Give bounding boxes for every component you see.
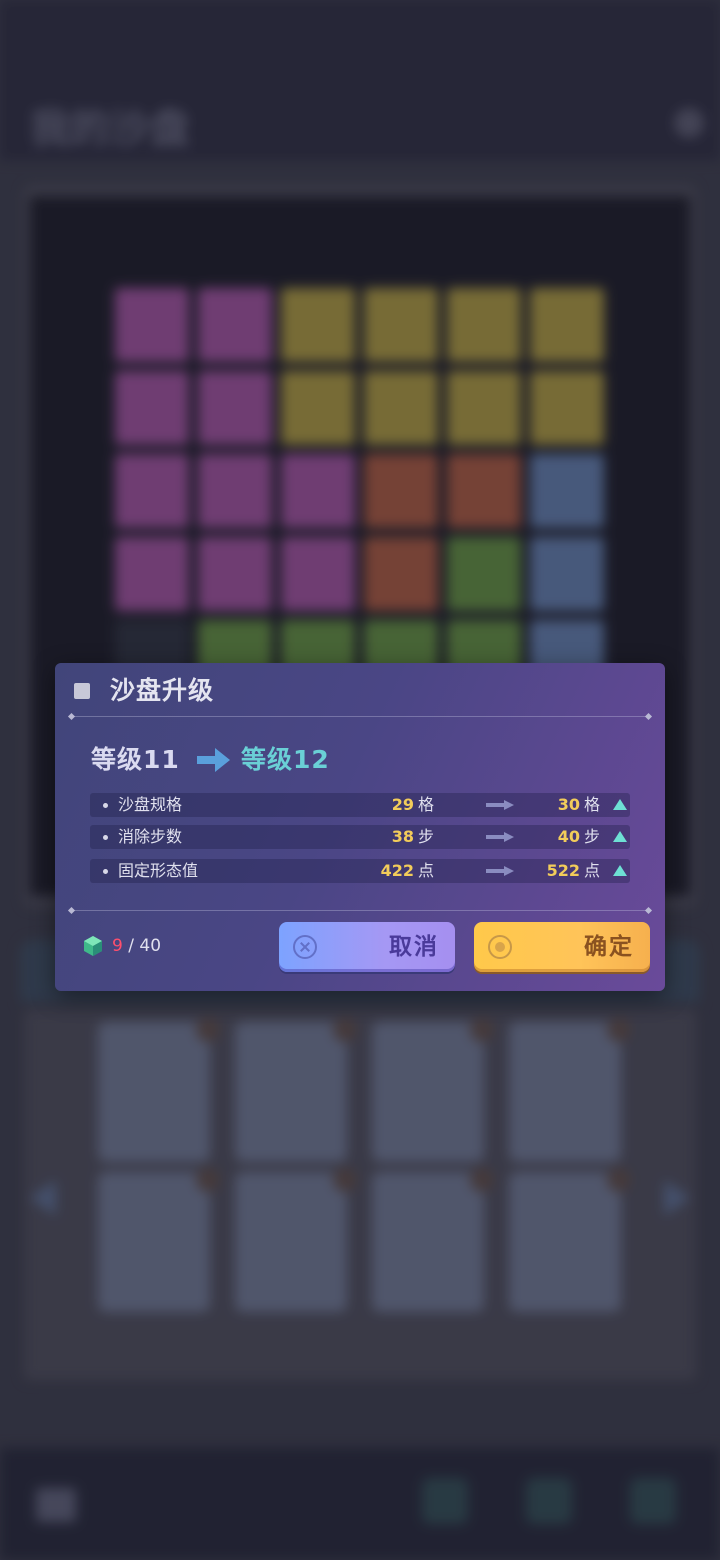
stat-to: 40 步 <box>557 827 600 846</box>
confirm-label: 确定 <box>584 933 634 960</box>
triangle-up-icon <box>613 831 627 842</box>
stat-label: 沙盘规格 <box>118 795 183 814</box>
title-marker-icon <box>74 683 90 699</box>
stat-label: 固定形态值 <box>118 861 199 880</box>
stat-from: 38 步 <box>391 827 434 846</box>
bullet-icon <box>103 869 108 874</box>
arrow-right-icon <box>197 748 230 772</box>
arrow-right-icon <box>486 866 514 876</box>
stat-from: 29 格 <box>391 795 434 814</box>
bullet-icon <box>103 835 108 840</box>
arrow-right-icon <box>486 832 514 842</box>
divider <box>71 716 649 717</box>
cube-icon <box>84 936 102 956</box>
confirm-circle-icon <box>488 935 512 959</box>
stat-label: 消除步数 <box>118 827 183 846</box>
stat-to: 30 格 <box>557 795 600 814</box>
triangle-up-icon <box>613 865 627 876</box>
upgrade-dialog: 沙盘升级 等级11 等级12 沙盘规格 29 格 30 格 消除步数 38 步 40 步… <box>55 663 665 991</box>
level-to: 等级12 <box>241 745 330 774</box>
stat-from: 422 点 <box>380 861 434 880</box>
cancel-label: 取消 <box>389 933 439 960</box>
dialog-title: 沙盘升级 <box>110 676 215 705</box>
resource-count: 9 / 40 <box>112 936 162 956</box>
stat-row: 固定形态值 422 点 522 点 <box>90 859 630 883</box>
divider <box>71 910 649 911</box>
stat-to: 522 点 <box>546 861 600 880</box>
stat-row: 消除步数 38 步 40 步 <box>90 825 630 849</box>
close-circle-icon <box>293 935 317 959</box>
level-from: 等级11 <box>91 745 180 774</box>
cancel-button[interactable]: 取消 <box>279 922 455 972</box>
triangle-up-icon <box>613 799 627 810</box>
confirm-button[interactable]: 确定 <box>474 922 650 972</box>
bullet-icon <box>103 803 108 808</box>
stat-row: 沙盘规格 29 格 30 格 <box>90 793 630 817</box>
arrow-right-icon <box>486 800 514 810</box>
